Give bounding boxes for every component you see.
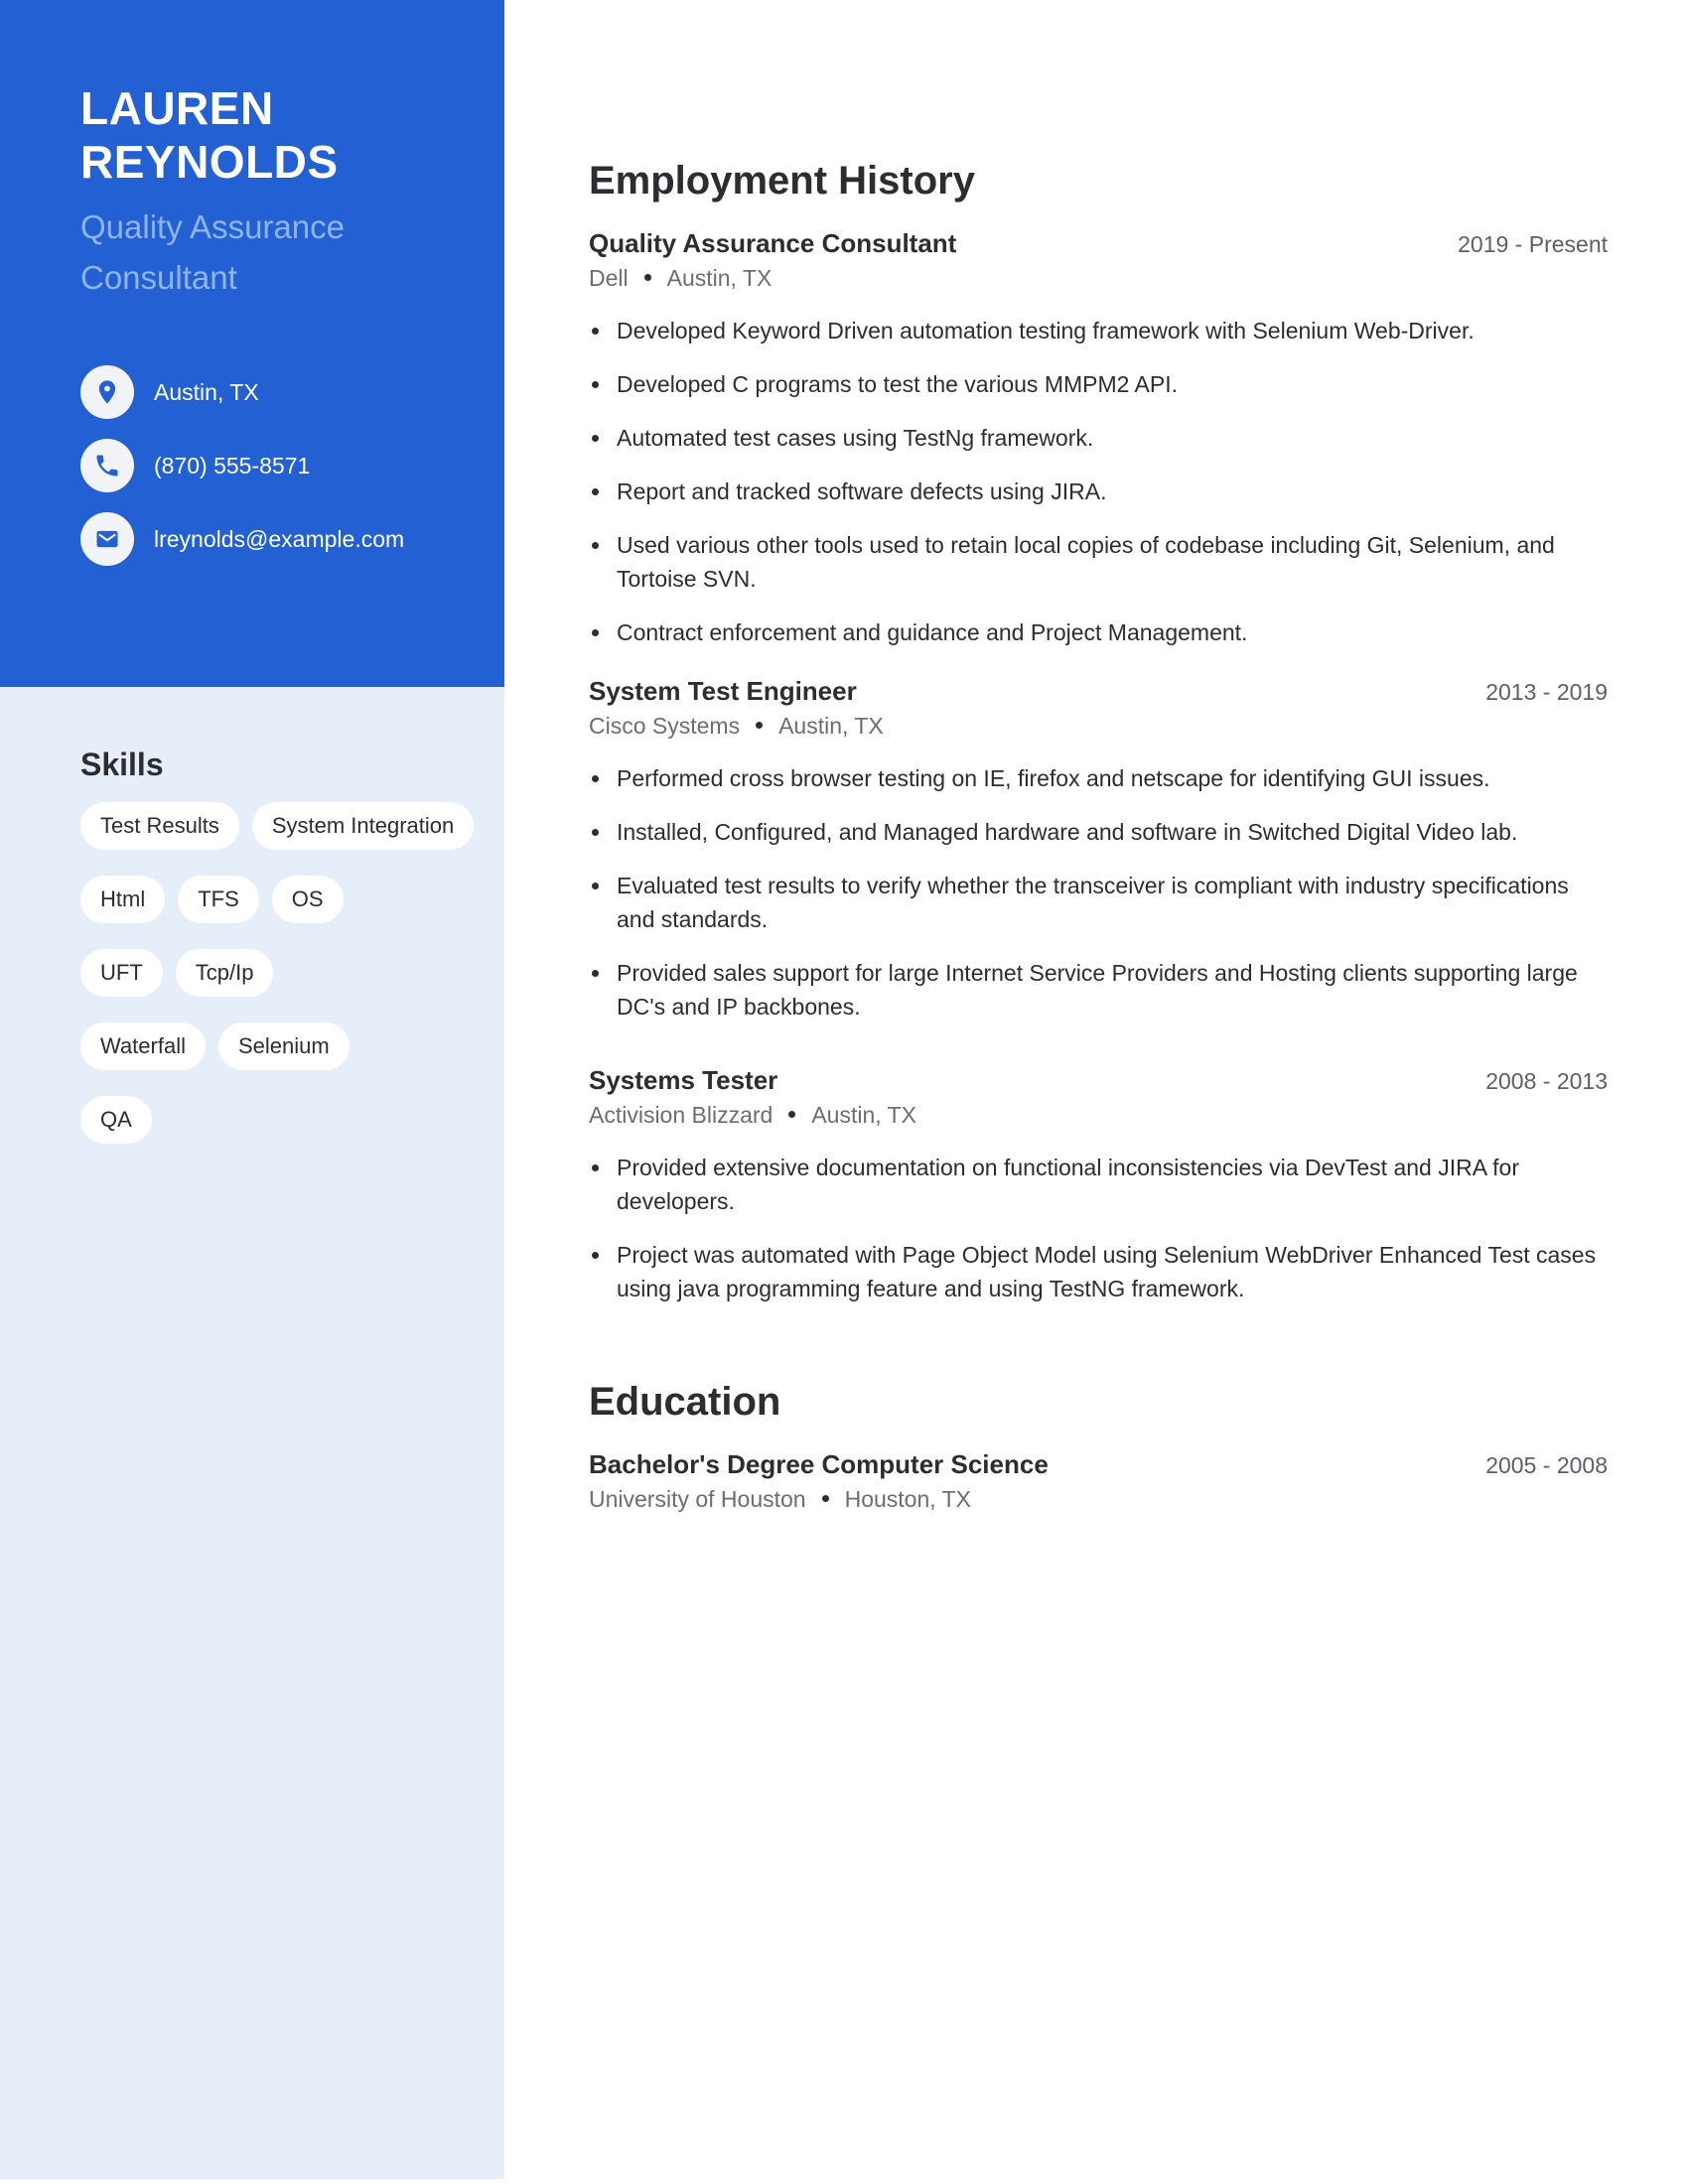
- degree: Bachelor's Degree Computer Science: [589, 1449, 1049, 1479]
- bullet-item: Project was automated with Page Object M…: [589, 1238, 1608, 1305]
- bullet-item: Installed, Configured, and Managed hardw…: [589, 815, 1608, 849]
- bullet-item: Evaluated test results to verify whether…: [589, 869, 1608, 936]
- company: Dell: [589, 265, 629, 291]
- last-name: REYNOLDS: [80, 136, 339, 188]
- company: Cisco Systems: [589, 713, 741, 739]
- bullet-item: Developed Keyword Driven automation test…: [589, 314, 1608, 347]
- sidebar: LAUREN REYNOLDS Quality Assurance Consul…: [0, 0, 504, 2179]
- skill-tag: UFT: [80, 949, 163, 997]
- skill-tag: Test Results: [80, 802, 239, 850]
- job-entry: System Test Engineer 2013 - 2019 Cisco S…: [589, 676, 1608, 1043]
- company: Activision Blizzard: [589, 1102, 774, 1128]
- location-pin-icon: [80, 365, 134, 419]
- skill-tag: Html: [80, 876, 166, 923]
- skill-tag: Selenium: [217, 1023, 350, 1070]
- skill-tag: OS: [271, 876, 344, 923]
- job-entry: Systems Tester 2008 - 2013 Activision Bl…: [589, 1065, 1608, 1325]
- separator-dot: [788, 1111, 796, 1119]
- contact-email: lreynolds@example.com: [80, 512, 404, 566]
- contact-phone-text[interactable]: (870) 555-8571: [154, 453, 310, 479]
- location: Austin, TX: [778, 713, 884, 739]
- contact-location-text: Austin, TX: [154, 378, 259, 405]
- bullet-item: Automated test cases using TestNg framew…: [589, 421, 1608, 455]
- contact-phone: (870) 555-8571: [80, 439, 404, 492]
- bullet-item: Performed cross browser testing on IE, f…: [589, 761, 1608, 795]
- school: University of Houston: [589, 1486, 806, 1512]
- envelope-icon: [80, 512, 134, 566]
- job-meta: Dell Austin, TX: [589, 265, 1608, 292]
- skills-list: Test Results System Integration Html TFS…: [80, 802, 478, 1144]
- location: Houston, TX: [844, 1486, 972, 1512]
- education-heading: Education: [589, 1380, 781, 1424]
- job-title: System Test Engineer: [589, 676, 857, 706]
- bullet-item: Contract enforcement and guidance and Pr…: [589, 615, 1608, 649]
- job-meta: Cisco Systems Austin, TX: [589, 713, 1608, 740]
- separator-dot: [643, 274, 651, 282]
- bullet-item: Developed C programs to test the various…: [589, 367, 1608, 401]
- skill-tag: QA: [80, 1096, 152, 1144]
- contact-location: Austin, TX: [80, 365, 404, 419]
- location: Austin, TX: [811, 1102, 917, 1128]
- sidebar-header: LAUREN REYNOLDS Quality Assurance Consul…: [0, 0, 504, 687]
- skill-tag: TFS: [178, 876, 259, 923]
- skill-tag: System Integration: [251, 802, 475, 850]
- job-bullets: Provided extensive documentation on func…: [589, 1151, 1608, 1305]
- candidate-name: LAUREN REYNOLDS: [80, 81, 478, 189]
- separator-dot: [821, 1495, 829, 1503]
- subtitle-line-2: Consultant: [80, 259, 237, 296]
- bullet-item: Used various other tools used to retain …: [589, 528, 1608, 596]
- bullet-item: Provided sales support for large Interne…: [589, 956, 1608, 1024]
- skills-heading: Skills: [80, 747, 164, 782]
- job-title-subtitle: Quality Assurance Consultant: [80, 202, 478, 303]
- education-entry: Bachelor's Degree Computer Science 2005 …: [589, 1449, 1608, 1513]
- contact-list: Austin, TX (870) 555-8571 lreynolds@exam…: [80, 365, 404, 586]
- separator-dot: [756, 722, 764, 730]
- skill-tag: Tcp/Ip: [175, 949, 274, 997]
- job-dates: 2013 - 2019: [1485, 679, 1608, 705]
- education-dates: 2005 - 2008: [1485, 1452, 1608, 1478]
- contact-email-text[interactable]: lreynolds@example.com: [154, 526, 404, 553]
- job-title: Quality Assurance Consultant: [589, 228, 957, 258]
- job-bullets: Developed Keyword Driven automation test…: [589, 314, 1608, 649]
- employment-heading: Employment History: [589, 159, 975, 203]
- first-name: LAUREN: [80, 82, 274, 134]
- job-dates: 2019 - Present: [1458, 231, 1608, 257]
- job-dates: 2008 - 2013: [1485, 1068, 1608, 1094]
- job-entry: Quality Assurance Consultant 2019 - Pres…: [589, 228, 1608, 669]
- job-title: Systems Tester: [589, 1065, 778, 1095]
- job-meta: Activision Blizzard Austin, TX: [589, 1102, 1608, 1129]
- subtitle-line-1: Quality Assurance: [80, 208, 345, 245]
- job-bullets: Performed cross browser testing on IE, f…: [589, 761, 1608, 1024]
- location: Austin, TX: [666, 265, 773, 291]
- phone-icon: [80, 439, 134, 492]
- education-meta: University of Houston Houston, TX: [589, 1486, 1608, 1513]
- skill-tag: Waterfall: [80, 1023, 206, 1070]
- bullet-item: Report and tracked software defects usin…: [589, 475, 1608, 508]
- bullet-item: Provided extensive documentation on func…: [589, 1151, 1608, 1218]
